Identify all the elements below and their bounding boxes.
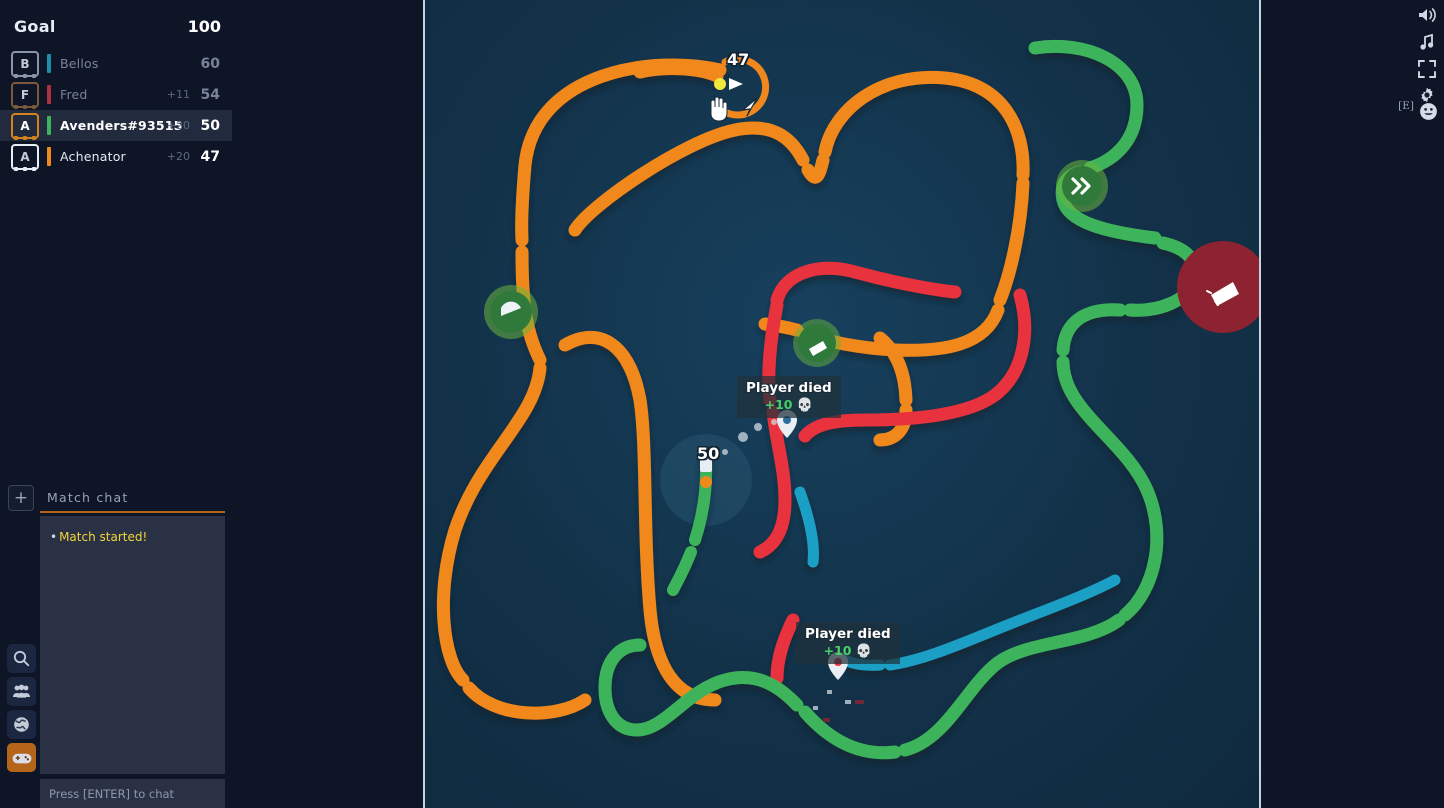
player-name: Fred [60, 87, 88, 102]
chat-message: • Match started! [50, 529, 215, 546]
sidebar-nav [7, 644, 36, 776]
chat-bullet: • [50, 530, 58, 544]
player-color-bar [47, 54, 51, 73]
emoji-icon[interactable] [1416, 99, 1440, 123]
avatar: F [11, 81, 39, 109]
player-name: Avenders#93515 [60, 118, 183, 133]
skull-icon: 💀 [796, 398, 814, 413]
fullscreen-icon[interactable] [1415, 57, 1439, 81]
leaderboard: B Bellos 60 F Fred +11 54 A Avenders#93515 +20 50 A… [0, 48, 232, 172]
goal-row: Goal 100 [0, 9, 240, 43]
leaderboard-row[interactable]: F Fred +11 54 [0, 79, 232, 110]
death-toast: Player died +10 💀 [796, 622, 900, 664]
music-icon[interactable] [1415, 30, 1439, 54]
hand-cursor [710, 96, 728, 122]
leaderboard-row[interactable]: A Avenders#93515 +20 50 [0, 110, 232, 141]
player-score: 47 [200, 148, 220, 165]
death-toast-title: Player died [805, 626, 891, 642]
player-score-badge: 50 [697, 444, 720, 463]
add-chat-button[interactable]: + [8, 485, 34, 511]
player-name: Achenator [60, 149, 126, 164]
rival-score-badge: 47 [727, 50, 750, 69]
goal-value: 100 [187, 16, 221, 36]
gamepad-icon[interactable] [7, 743, 36, 772]
avatar: A [11, 143, 39, 171]
player-color-bar [47, 116, 51, 135]
globe-icon[interactable] [7, 710, 36, 739]
score-delta: +20 [166, 150, 190, 163]
player-pellet [700, 476, 712, 488]
chat-input[interactable]: Press [ENTER] to chat [40, 779, 225, 808]
chat-log[interactable]: • Match started! [40, 516, 225, 774]
chat-title: Match chat [47, 490, 129, 505]
sound-icon[interactable] [1415, 3, 1439, 27]
friends-icon[interactable] [7, 677, 36, 706]
skull-icon: 💀 [855, 644, 873, 659]
player-color-bar [47, 147, 51, 166]
player-score: 60 [200, 55, 220, 72]
death-toast-bonus: +10 💀 [823, 643, 873, 659]
avatar: A [11, 112, 39, 140]
leaderboard-row[interactable]: B Bellos 60 [0, 48, 232, 79]
orange-snake-head [633, 62, 724, 83]
avatar: B [11, 50, 39, 78]
death-toast-title: Player died [746, 380, 832, 396]
megaphone-powerup2 [798, 324, 836, 362]
player-color-bar [47, 85, 51, 104]
rival-head [714, 78, 726, 90]
death-toast: Player died +10 💀 [737, 376, 841, 418]
player-name: Bellos [60, 56, 99, 71]
score-delta: +11 [166, 88, 190, 101]
goal-label: Goal [14, 16, 56, 36]
boost-powerup [1062, 166, 1102, 206]
chat-title-underline [40, 511, 225, 513]
orange-snake [436, 58, 1030, 720]
left-panel: Goal 100 B Bellos 60 F Fred +11 54 A Avenders#93… [0, 0, 423, 808]
emoji-hotkey-label: [E] [1398, 100, 1414, 112]
chat-message-text: Match started! [59, 530, 148, 544]
player-score: 50 [200, 117, 220, 134]
leaderboard-row[interactable]: A Achenator +20 47 [0, 141, 232, 172]
player-score: 54 [200, 86, 220, 103]
arrow-cursor [742, 97, 758, 117]
score-delta: +20 [166, 119, 190, 132]
search-icon[interactable] [7, 644, 36, 673]
death-toast-bonus: +10 💀 [764, 397, 814, 413]
game-board[interactable]: 47 50 Player died +10 💀 Player died +10 … [425, 0, 1259, 808]
snake-field [436, 39, 1259, 760]
rival-head-arrow [729, 78, 743, 90]
game-board-wrap: 47 50 Player died +10 💀 Player died +10 … [423, 0, 1261, 808]
chat-input-placeholder: Press [ENTER] to chat [49, 786, 175, 801]
board-right-border [1259, 0, 1261, 808]
